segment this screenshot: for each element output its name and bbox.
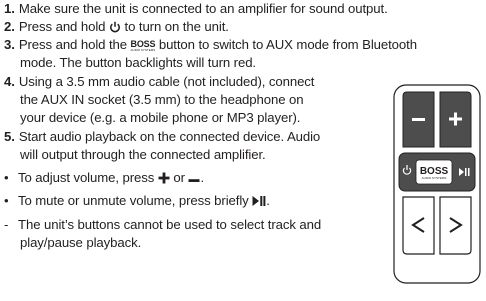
note-line-2: play/pause playback. <box>20 235 142 250</box>
bullet-marker: • <box>4 193 9 208</box>
next-button <box>439 196 472 255</box>
step-4-line-3: your device (e.g. a mobile phone or MP3 … <box>20 110 301 125</box>
bullet-marker: • <box>4 170 9 185</box>
step-number: 4. <box>4 74 15 89</box>
step-5: 5. Start audio playback on the connected … <box>4 128 320 145</box>
bullet-text: . <box>266 193 270 208</box>
step-3: 3. Press and hold the BOSS AUDIO SYSTEMS b… <box>4 36 417 53</box>
step-4-line-2: the AUX IN socket (3.5 mm) to the headph… <box>20 92 304 107</box>
note-text: The unit’s buttons cannot be used to sel… <box>18 217 322 232</box>
step-1: 1. Make sure the unit is connected to an … <box>4 0 388 17</box>
minus-icon <box>188 171 200 188</box>
instruction-page: 1. Make sure the unit is connected to an … <box>0 0 486 301</box>
logo-sub: AUDIO SYSTEMS <box>130 48 156 52</box>
bullet-text: To adjust volume, press <box>18 170 158 185</box>
step-text: Using a 3.5 mm audio cable (not included… <box>18 74 315 89</box>
step-5-line-2: will output through the connected amplif… <box>20 147 266 162</box>
boss-logo-icon: BOSS AUDIO SYSTEMS <box>131 40 156 52</box>
step-text: Press and hold the <box>18 37 131 52</box>
bullet-text: To mute or unmute volume, press briefly <box>18 193 253 208</box>
play-pause-icon <box>252 194 266 211</box>
step-number: 2. <box>4 19 15 34</box>
power-icon <box>109 20 121 37</box>
note-marker: - <box>4 217 9 232</box>
step-number: 5. <box>4 129 15 144</box>
step-text: button to switch to AUX mode from Blueto… <box>155 37 417 52</box>
note: - The unit’s buttons cannot be used to se… <box>4 216 321 233</box>
minus-button-icon <box>412 118 425 121</box>
bullet-text: or <box>169 170 189 185</box>
boss-button-sub: AUDIO SYSTEMS <box>422 176 447 180</box>
bullet-volume: • To adjust volume, press or . <box>4 169 204 188</box>
step-number: 1. <box>4 1 15 16</box>
step-text: to turn on the unit. <box>120 19 229 34</box>
step-4: 4. Using a 3.5 mm audio cable (not includ… <box>4 73 314 90</box>
plus-button-icon-v <box>454 112 457 126</box>
bullet-text: . <box>200 170 205 185</box>
bullet-mute: • To mute or unmute volume, press briefly… <box>4 192 270 211</box>
step-number: 3. <box>4 37 15 52</box>
step-3-cont: mode. The button backlights will turn re… <box>20 55 256 70</box>
step-2: 2. Press and hold to turn on the unit. <box>4 18 229 37</box>
step-text: Make sure the unit is connected to an am… <box>18 1 388 16</box>
step-text: Press and hold <box>18 19 109 34</box>
step-text: Start audio playback on the connected de… <box>18 129 321 144</box>
prev-button <box>402 196 435 255</box>
remote-illustration: BOSS AUDIO SYSTEMS <box>393 84 481 284</box>
plus-icon <box>158 171 170 188</box>
